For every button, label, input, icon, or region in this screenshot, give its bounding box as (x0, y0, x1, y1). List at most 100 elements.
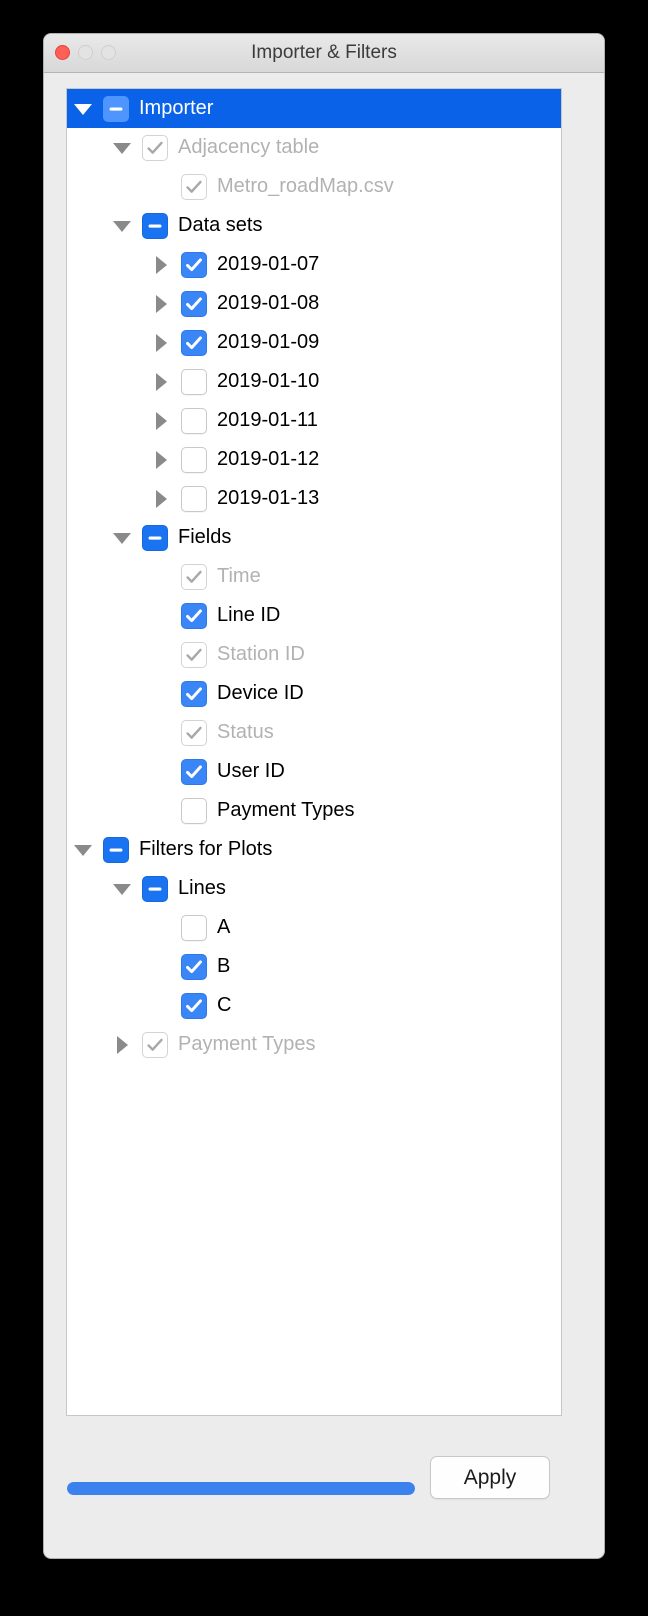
tree-row[interactable]: Time (67, 557, 561, 596)
tree-row[interactable]: 2019-01-09 (67, 323, 561, 362)
tree-row-label: C (217, 994, 232, 1016)
chevron-right-icon[interactable] (151, 401, 173, 440)
chevron-down-icon[interactable] (73, 830, 95, 869)
tree-row[interactable]: C (67, 986, 561, 1025)
checkbox-checked-icon[interactable] (181, 680, 207, 707)
checkbox-glyph (182, 916, 206, 940)
tree-row-label: Line ID (217, 604, 281, 626)
twisty-spacer (151, 713, 173, 752)
tree-row[interactable]: Adjacency table (67, 128, 561, 167)
tree-row[interactable]: Device ID (67, 674, 561, 713)
checkbox-mixed-icon[interactable] (142, 875, 168, 902)
twisty-spacer (151, 167, 173, 206)
chevron-down-icon[interactable] (112, 206, 134, 245)
checkbox-glyph (182, 409, 206, 433)
progress-bar (67, 1482, 415, 1495)
tree-row-label: 2019-01-13 (217, 487, 320, 509)
checkbox-checked-icon[interactable] (181, 953, 207, 980)
checkbox-unchecked-icon[interactable] (181, 446, 207, 473)
tree-row[interactable]: 2019-01-07 (67, 245, 561, 284)
checkbox-glyph (104, 838, 128, 862)
tree-row-label: 2019-01-09 (217, 331, 320, 353)
checkbox-checked-icon[interactable] (181, 758, 207, 785)
tree-row[interactable]: Fields (67, 518, 561, 557)
tree-row[interactable]: Station ID (67, 635, 561, 674)
checkbox-unchecked-icon[interactable] (181, 485, 207, 512)
window-footer: Apply (44, 1432, 604, 1558)
tree-row[interactable]: 2019-01-08 (67, 284, 561, 323)
checkbox-glyph (182, 604, 206, 628)
checkbox-glyph (182, 721, 206, 745)
chevron-down-icon[interactable] (112, 518, 134, 557)
tree-row-label: User ID (217, 760, 285, 782)
checkbox-checked-icon[interactable] (181, 329, 207, 356)
chevron-right-icon[interactable] (151, 245, 173, 284)
checkbox-glyph (182, 448, 206, 472)
chevron-right-icon[interactable] (112, 1025, 134, 1064)
tree-row[interactable]: 2019-01-11 (67, 401, 561, 440)
chevron-right-icon[interactable] (151, 284, 173, 323)
tree-row[interactable]: 2019-01-13 (67, 479, 561, 518)
checkbox-unchecked-icon[interactable] (181, 407, 207, 434)
tree-row-label: Adjacency table (178, 136, 320, 158)
chevron-down-icon[interactable] (112, 869, 134, 908)
twisty-spacer (151, 674, 173, 713)
window-title: Importer & Filters (251, 42, 397, 63)
checkbox-glyph (182, 799, 206, 823)
tree-row-label: Station ID (217, 643, 305, 665)
tree-row[interactable]: Status (67, 713, 561, 752)
checkbox-unchecked-icon[interactable] (181, 368, 207, 395)
apply-button[interactable]: Apply (430, 1456, 550, 1499)
tree-row[interactable]: 2019-01-10 (67, 362, 561, 401)
checkbox-checked-icon[interactable] (181, 251, 207, 278)
chevron-down-icon[interactable] (112, 128, 134, 167)
tree-row-label: Payment Types (178, 1033, 316, 1055)
tree-row-label: A (217, 916, 231, 938)
tree-row[interactable]: 2019-01-12 (67, 440, 561, 479)
chevron-right-icon[interactable] (151, 479, 173, 518)
tree-row[interactable]: A (67, 908, 561, 947)
checkbox-mixed-icon[interactable] (103, 95, 129, 122)
tree-row[interactable]: Importer (67, 89, 561, 128)
tree-row-label: Metro_roadMap.csv (217, 175, 394, 197)
checkbox-unchecked-icon[interactable] (181, 914, 207, 941)
checkbox-glyph (182, 370, 206, 394)
checkbox-checked-icon[interactable] (181, 602, 207, 629)
checkbox-glyph (182, 253, 206, 277)
checkbox-checked-icon (181, 563, 207, 590)
tree-row[interactable]: Data sets (67, 206, 561, 245)
checkbox-glyph (143, 136, 167, 160)
checkbox-checked-icon[interactable] (181, 290, 207, 317)
tree-row[interactable]: Metro_roadMap.csv (67, 167, 561, 206)
tree-row[interactable]: User ID (67, 752, 561, 791)
chevron-right-icon[interactable] (151, 362, 173, 401)
tree-row[interactable]: Payment Types (67, 791, 561, 830)
tree-row[interactable]: Payment Types (67, 1025, 561, 1064)
tree-row[interactable]: Line ID (67, 596, 561, 635)
importer-filters-window: Importer & Filters Importer Adjacency tab… (44, 34, 604, 1558)
checkbox-unchecked-icon[interactable] (181, 797, 207, 824)
tree-row[interactable]: Filters for Plots (67, 830, 561, 869)
checkbox-mixed-icon[interactable] (142, 524, 168, 551)
checkbox-glyph (182, 760, 206, 784)
checkbox-glyph (143, 877, 167, 901)
filter-tree-panel[interactable]: Importer Adjacency table Metro_roadMap.csv… (66, 88, 562, 1416)
chevron-right-icon[interactable] (151, 323, 173, 362)
twisty-spacer (151, 752, 173, 791)
checkbox-checked-icon[interactable] (181, 992, 207, 1019)
tree-row-label: 2019-01-08 (217, 292, 320, 314)
checkbox-glyph (182, 331, 206, 355)
tree-row[interactable]: Lines (67, 869, 561, 908)
chevron-down-icon[interactable] (73, 89, 95, 128)
chevron-right-icon[interactable] (151, 440, 173, 479)
checkbox-mixed-icon[interactable] (103, 836, 129, 863)
checkbox-mixed-icon[interactable] (142, 212, 168, 239)
tree-row[interactable]: B (67, 947, 561, 986)
